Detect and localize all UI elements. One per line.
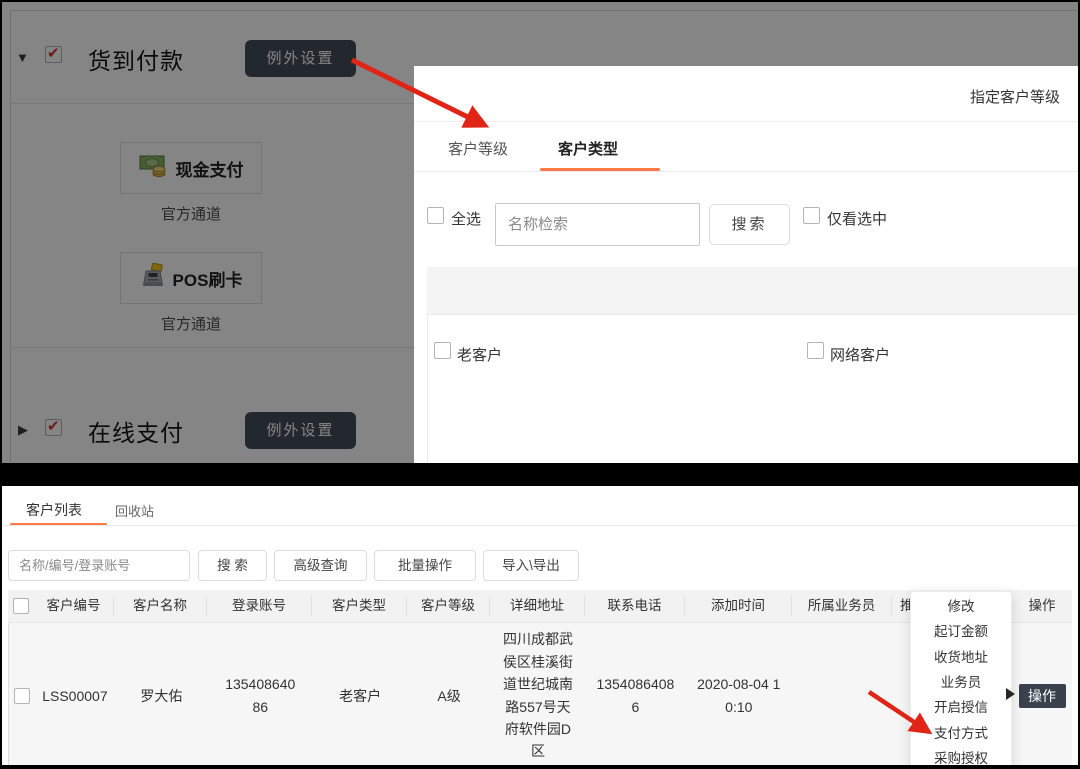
customer-list-page: 客户列表 回收站 搜 索 高级查询 批量操作 导入\导出 客户编号 客户名称 登… — [0, 486, 1080, 769]
payment-settings-page: ▼ 货到付款 例外设置 现金支付 官方通道 — [0, 0, 1080, 463]
screenshot-separator — [0, 463, 1080, 486]
network-customer-checkbox[interactable] — [807, 342, 824, 359]
col-added-time: 添加时间 — [685, 596, 792, 616]
col-customer-no: 客户编号 — [34, 596, 114, 616]
col-phone: 联系电话 — [585, 596, 685, 616]
customer-type-list: 老客户 网络客户 — [427, 314, 1080, 463]
old-customer-label: 老客户 — [457, 344, 502, 365]
select-all-checkbox[interactable] — [427, 207, 444, 224]
cell-customer-no: LSS00007 — [35, 688, 115, 704]
menu-item-edit[interactable]: 修改 — [911, 592, 1011, 617]
tab-customer-list[interactable]: 客户列表 — [26, 500, 82, 520]
menu-item-enable-credit[interactable]: 开启授信 — [911, 694, 1011, 719]
search-button[interactable]: 搜 索 — [198, 550, 267, 581]
advanced-query-button[interactable]: 高级查询 — [274, 550, 367, 581]
only-selected-checkbox[interactable] — [803, 207, 820, 224]
menu-item-shipping-address[interactable]: 收货地址 — [911, 643, 1011, 668]
tabs-divider — [0, 525, 1080, 526]
cell-customer-name: 罗大佑 — [115, 686, 208, 706]
row-checkbox[interactable] — [14, 688, 30, 704]
cell-added-time: 2020-08-04 10:10 — [692, 673, 785, 718]
menu-item-payment-method[interactable]: 支付方式 — [911, 719, 1011, 744]
modal-gray-band — [427, 267, 1080, 314]
screenshot-canvas: ▼ 货到付款 例外设置 现金支付 官方通道 — [0, 0, 1080, 769]
cell-customer-level: A级 — [408, 686, 491, 706]
cell-login-account: 13540864086 — [223, 673, 297, 718]
mouse-cursor-icon — [1006, 688, 1015, 700]
col-login-account: 登录账号 — [207, 596, 312, 616]
col-action: 操作 — [1012, 596, 1072, 616]
tab-customer-type[interactable]: 客户类型 — [558, 138, 618, 159]
menu-item-salesman[interactable]: 业务员 — [911, 668, 1011, 693]
batch-operation-button[interactable]: 批量操作 — [374, 550, 476, 581]
tab-customer-level[interactable]: 客户等级 — [448, 138, 508, 159]
network-customer-label: 网络客户 — [830, 344, 890, 365]
col-address: 详细地址 — [490, 596, 585, 616]
modal-title: 指定客户等级 — [970, 86, 1060, 107]
old-customer-checkbox[interactable] — [434, 342, 451, 359]
select-all-label: 全选 — [451, 208, 481, 229]
cell-phone: 13540864086 — [594, 673, 676, 718]
col-customer-level: 客户等级 — [407, 596, 490, 616]
tab-recycle-bin[interactable]: 回收站 — [115, 501, 154, 520]
header-select-all-checkbox[interactable] — [13, 598, 29, 614]
col-customer-name: 客户名称 — [114, 596, 207, 616]
menu-item-purchase-authorization[interactable]: 采购授权 — [911, 745, 1011, 769]
modal-search-button[interactable]: 搜索 — [709, 204, 790, 245]
cell-address: 四川成都武侯区桂溪街道世纪城南路557号天府软件园D区 — [499, 628, 577, 762]
col-salesman: 所属业务员 — [792, 596, 892, 616]
action-dropdown-menu: 修改 起订金额 收货地址 业务员 开启授信 支付方式 采购授权 — [910, 591, 1012, 769]
import-export-button[interactable]: 导入\导出 — [483, 550, 579, 581]
customer-search-input[interactable] — [8, 550, 190, 581]
tabs-divider — [414, 171, 1080, 172]
cell-customer-type: 老客户 — [313, 686, 408, 706]
col-customer-type: 客户类型 — [312, 596, 407, 616]
menu-item-min-order-amount[interactable]: 起订金额 — [911, 617, 1011, 642]
customer-level-modal: 指定客户等级 客户等级 客户类型 全选 搜索 仅看选中 老客户 网络客户 — [414, 66, 1080, 463]
only-selected-label: 仅看选中 — [827, 208, 887, 229]
name-search-input[interactable] — [495, 203, 700, 246]
row-action-button[interactable]: 操作 — [1019, 684, 1066, 708]
modal-header-divider — [414, 121, 1080, 122]
